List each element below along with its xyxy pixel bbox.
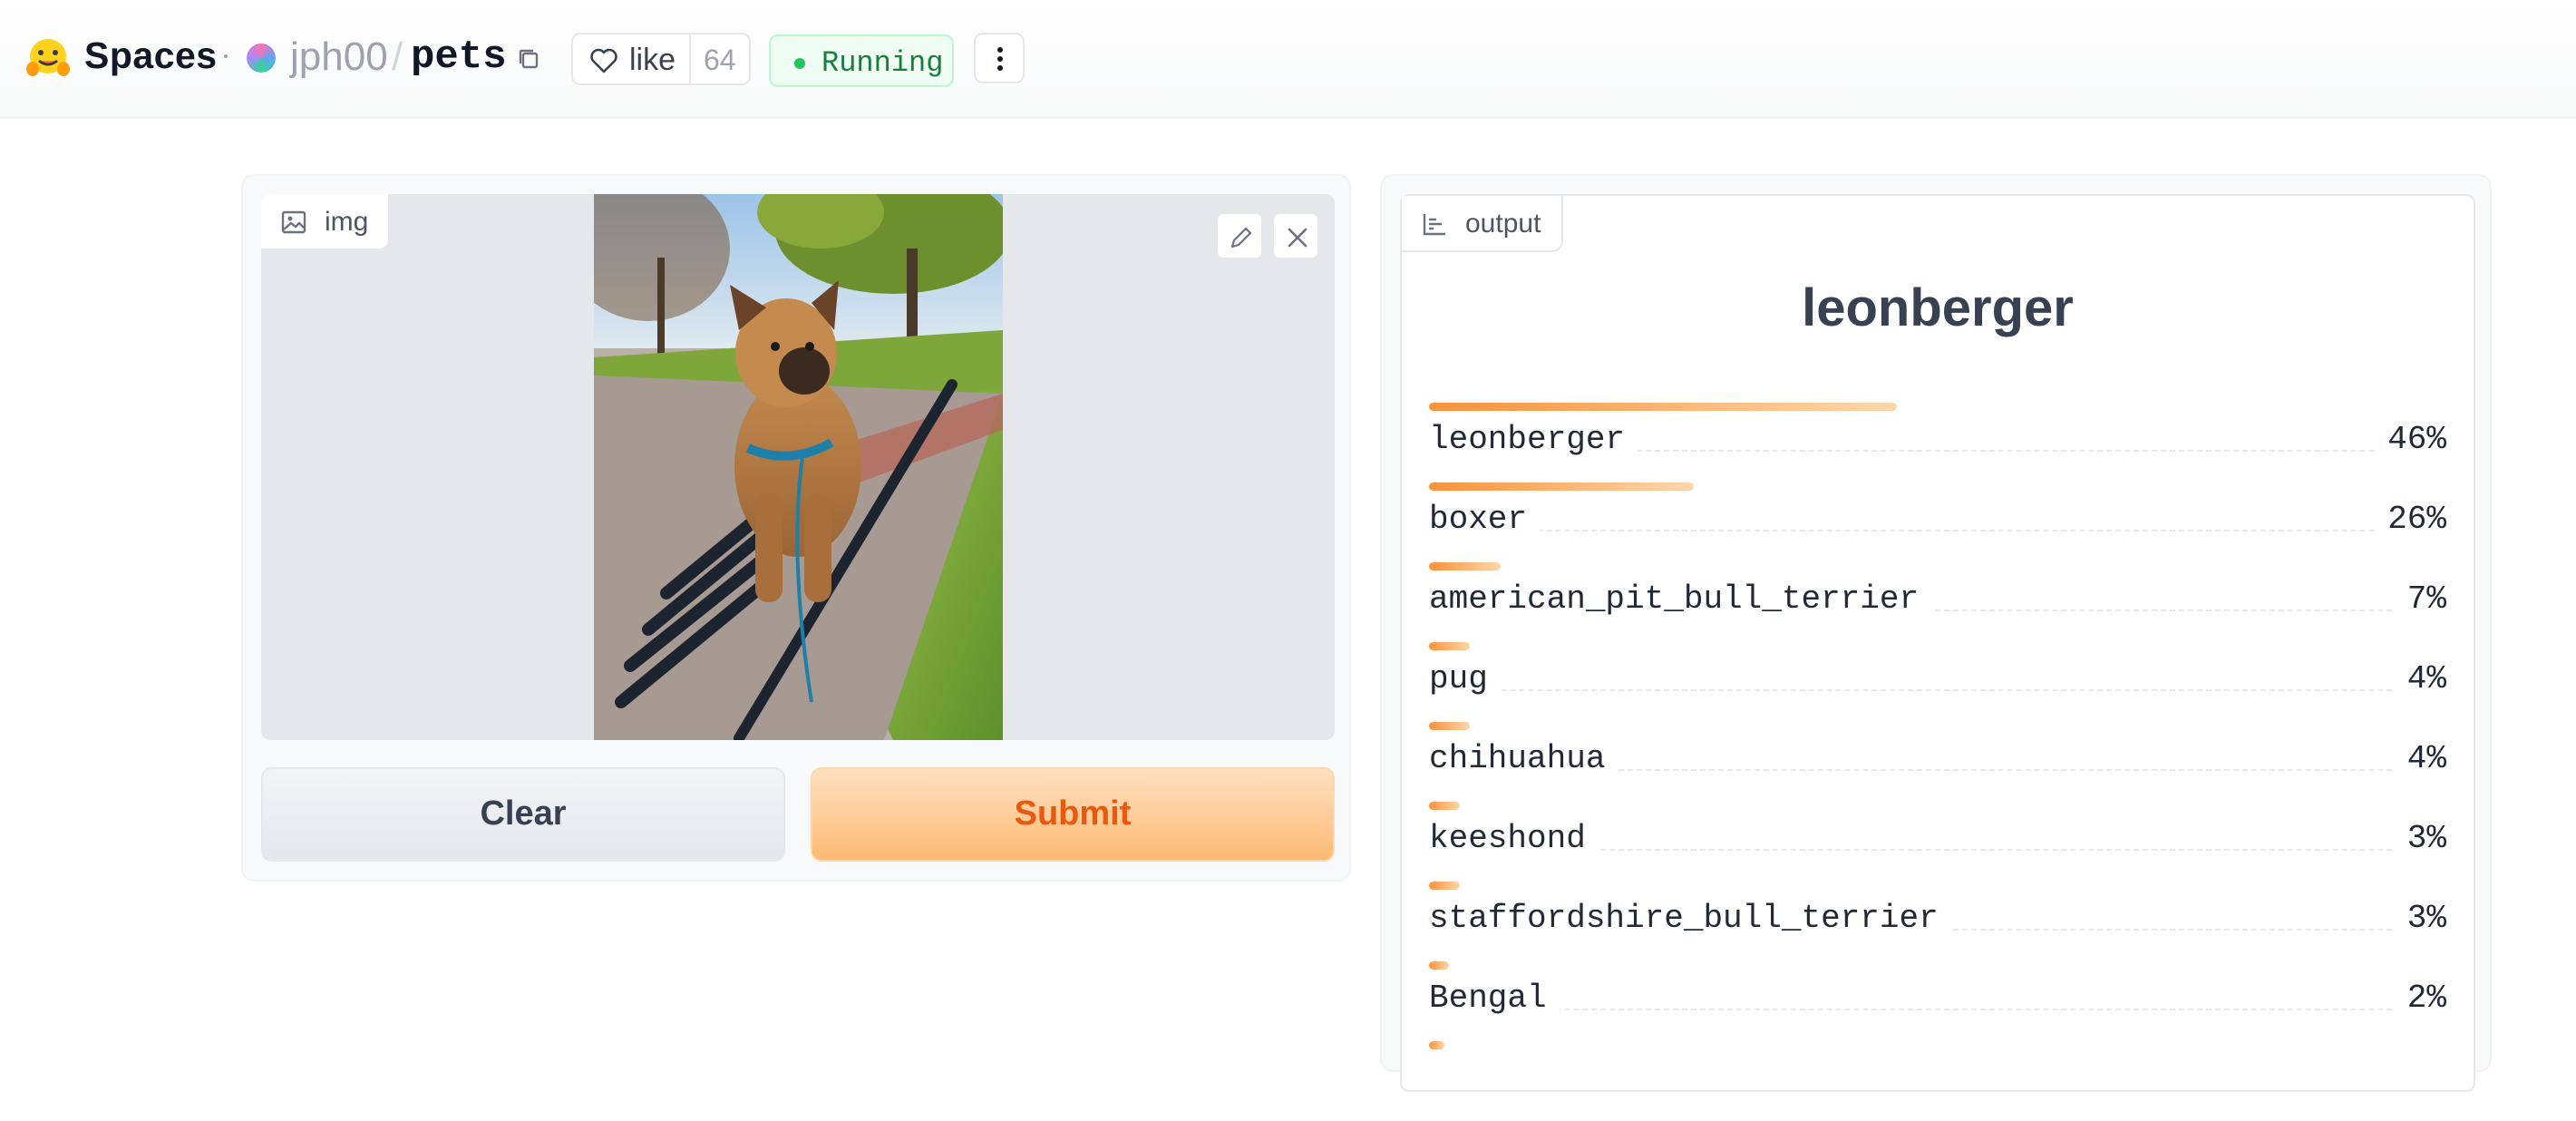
top-prediction: leonberger bbox=[1802, 278, 2074, 337]
confidence-label: boxer bbox=[1429, 501, 1541, 538]
clear-button-label: Clear bbox=[480, 794, 567, 833]
output-box: output leonberger leonberger 46% boxer 26% a… bbox=[1400, 194, 2475, 1092]
confidence-row[interactable]: american_pit_bull_terrier 7% bbox=[1429, 562, 2446, 642]
output-label: output bbox=[1402, 196, 1563, 252]
input-panel: img Clear Submit bbox=[241, 174, 1351, 882]
confidence-bar bbox=[1429, 642, 1470, 650]
confidence-row[interactable]: staffordshire_bull_terrier 3% bbox=[1429, 882, 2446, 961]
dog-photo bbox=[594, 194, 1003, 740]
dotted-leader bbox=[1429, 689, 2446, 691]
dotted-leader bbox=[1429, 1009, 2446, 1010]
confidence-bar bbox=[1429, 961, 1449, 970]
image-input-label: img bbox=[261, 194, 390, 250]
top-bar: Spaces jph00 / pets like 64 Running bbox=[0, 0, 2576, 119]
output-label-text: output bbox=[1465, 209, 1541, 239]
confidence-label: Bengal bbox=[1429, 980, 1560, 1017]
spaces-link[interactable]: Spaces bbox=[84, 34, 218, 77]
owner-link[interactable]: jph00 bbox=[290, 34, 388, 80]
submit-button-label: Submit bbox=[1014, 794, 1132, 833]
confidence-label: chihuahua bbox=[1429, 740, 1619, 777]
confidence-label: leonberger bbox=[1429, 421, 1638, 458]
status-badge: Running bbox=[769, 34, 954, 87]
confidence-row[interactable]: pug 4% bbox=[1429, 642, 2446, 722]
chart-icon bbox=[1423, 214, 1445, 236]
path-separator: / bbox=[392, 34, 403, 79]
confidence-row[interactable]: leonberger 46% bbox=[1429, 403, 2446, 483]
divider bbox=[224, 54, 228, 58]
more-options-button[interactable] bbox=[974, 33, 1025, 83]
image-label-text: img bbox=[325, 207, 369, 237]
image-upload-area[interactable]: img bbox=[261, 194, 1335, 740]
confidence-row[interactable]: Bengal 2% bbox=[1429, 961, 2446, 1041]
confidence-bar bbox=[1429, 802, 1460, 810]
confidence-value: 7% bbox=[2394, 580, 2446, 618]
image-icon bbox=[281, 210, 306, 234]
confidence-bar bbox=[1429, 882, 1460, 890]
confidence-bar bbox=[1429, 403, 1897, 411]
confidence-bar bbox=[1429, 483, 1694, 491]
like-button[interactable]: like 64 bbox=[571, 33, 751, 85]
status-label: Running bbox=[821, 46, 944, 80]
confidence-row[interactable] bbox=[1429, 1041, 2446, 1121]
confidence-label: staffordshire_bull_terrier bbox=[1429, 900, 1951, 937]
repo-link[interactable]: pets bbox=[411, 34, 507, 80]
confidence-row[interactable]: chihuahua 4% bbox=[1429, 722, 2446, 802]
divider bbox=[689, 34, 691, 83]
confidence-value: 3% bbox=[2394, 820, 2446, 857]
confidence-row[interactable]: boxer 26% bbox=[1429, 483, 2446, 562]
confidence-value: 2% bbox=[2394, 980, 2446, 1017]
edit-image-button[interactable] bbox=[1216, 212, 1263, 259]
confidence-value: 4% bbox=[2394, 740, 2446, 777]
confidence-bar bbox=[1429, 562, 1501, 570]
close-icon bbox=[1288, 228, 1307, 248]
confidence-list: leonberger 46% boxer 26% american_pit_bull_t… bbox=[1429, 403, 2446, 1121]
remove-image-button[interactable] bbox=[1272, 212, 1319, 259]
submit-button[interactable]: Submit bbox=[811, 767, 1335, 862]
clear-button[interactable]: Clear bbox=[261, 767, 785, 862]
like-count[interactable]: 64 bbox=[704, 44, 736, 77]
confidence-bar bbox=[1429, 722, 1470, 730]
confidence-label: pug bbox=[1429, 660, 1501, 697]
status-dot-icon bbox=[794, 58, 805, 69]
confidence-value: 3% bbox=[2394, 900, 2446, 937]
confidence-row[interactable]: keeshond 3% bbox=[1429, 802, 2446, 882]
like-label: like bbox=[629, 43, 676, 77]
copy-icon[interactable] bbox=[515, 45, 542, 73]
confidence-value: 46% bbox=[2375, 421, 2446, 458]
hugging-face-logo-icon[interactable] bbox=[25, 36, 71, 80]
heart-icon bbox=[590, 48, 617, 73]
owner-avatar[interactable] bbox=[247, 44, 276, 73]
confidence-bar bbox=[1429, 1041, 1444, 1049]
pencil-icon bbox=[1230, 227, 1252, 249]
confidence-value: 26% bbox=[2375, 501, 2446, 538]
output-panel: output leonberger leonberger 46% boxer 26% a… bbox=[1380, 174, 2492, 1092]
confidence-label: keeshond bbox=[1429, 820, 1599, 857]
dotted-leader bbox=[1429, 530, 2446, 531]
confidence-value: 4% bbox=[2394, 660, 2446, 697]
confidence-label: american_pit_bull_terrier bbox=[1429, 580, 1932, 618]
more-vertical-icon bbox=[997, 47, 1003, 53]
